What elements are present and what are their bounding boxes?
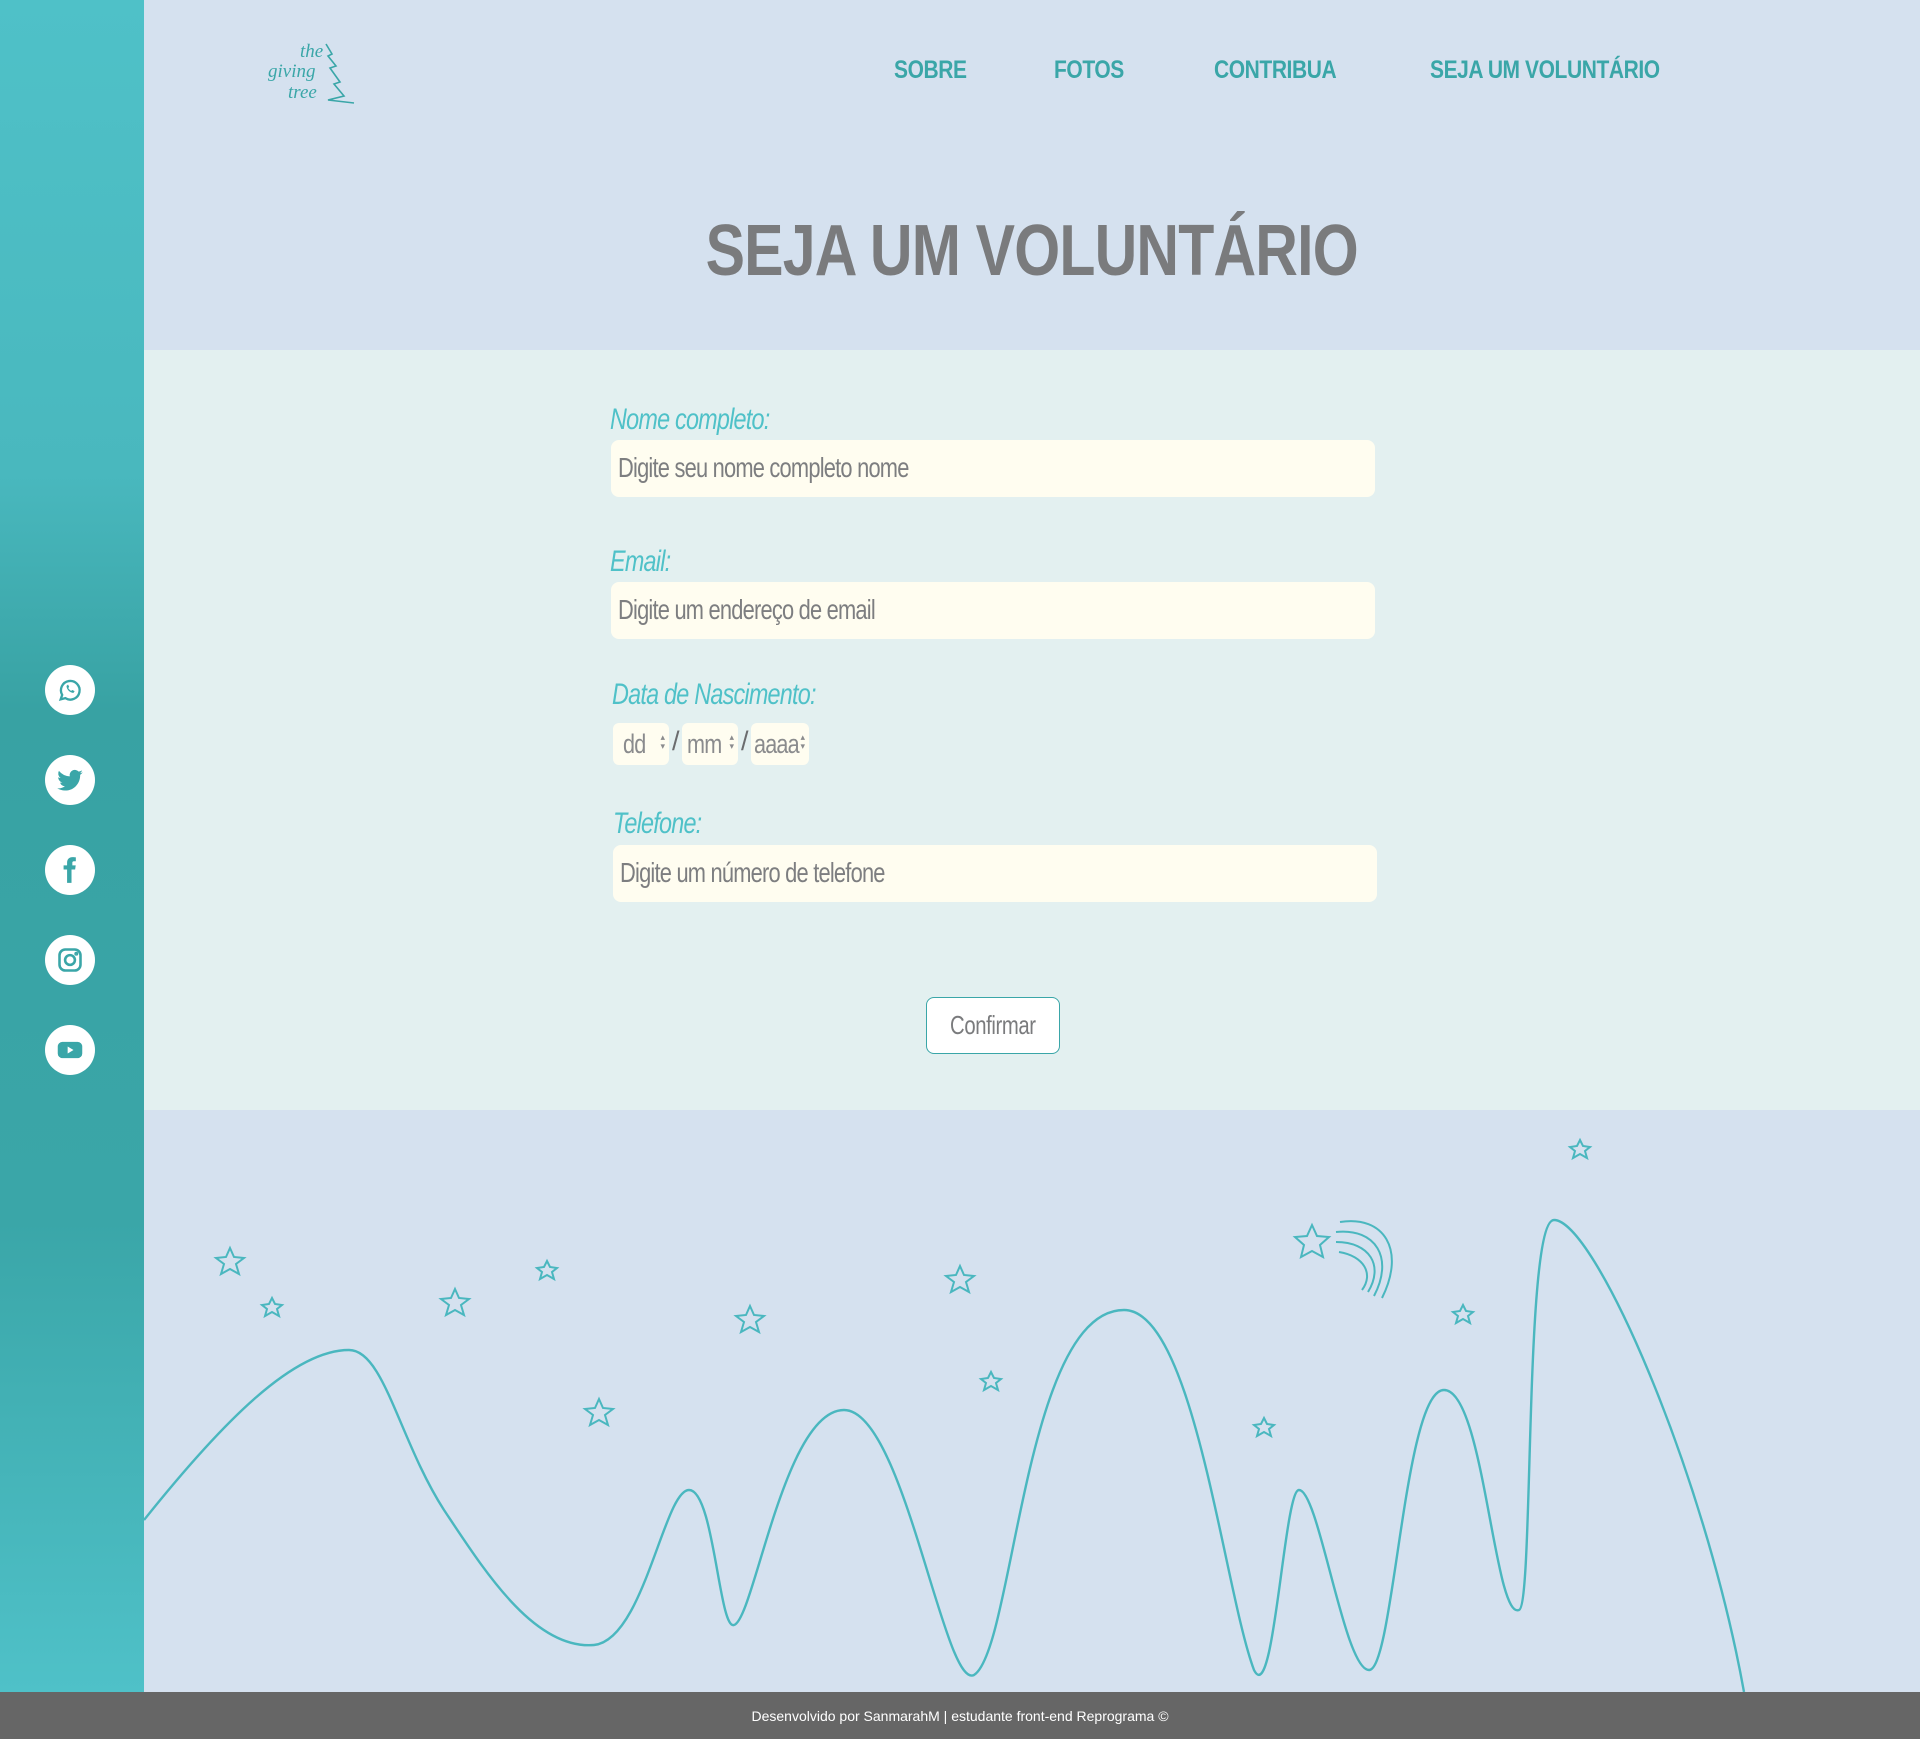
whatsapp-icon[interactable] (45, 665, 95, 715)
footer: Desenvolvido por SanmarahM | estudante f… (0, 1692, 1920, 1739)
header: the giving tree SOBRE FOTOS CONTRIBUA SE… (144, 0, 1920, 350)
birth-year-placeholder: aaaa (754, 729, 800, 759)
logo-text-giving: giving (268, 61, 316, 82)
month-spinner-icon[interactable]: ▴ ▾ (729, 733, 734, 751)
twitter-icon[interactable] (45, 755, 95, 805)
email-field[interactable]: Digite um endereço de email (611, 582, 1375, 639)
day-spinner-icon[interactable]: ▴ ▾ (660, 733, 665, 751)
tree-icon (325, 43, 355, 104)
birth-date-label: Data de Nascimento: (612, 678, 816, 711)
phone-placeholder: Digite um número de telefone (620, 857, 885, 888)
decorative-mountains (144, 1137, 1746, 1692)
birth-day-field[interactable]: dd ▴ ▾ (613, 723, 669, 765)
nav-contribua[interactable]: CONTRIBUA (1214, 56, 1337, 85)
name-field[interactable]: Digite seu nome completo nome (611, 440, 1375, 497)
page-title: SEJA UM VOLUNTÁRIO (705, 211, 1359, 291)
phone-field[interactable]: Digite um número de telefone (613, 845, 1377, 902)
shooting-star-icon (1292, 1220, 1393, 1299)
social-sidebar (0, 0, 144, 1692)
name-placeholder: Digite seu nome completo nome (618, 452, 909, 483)
nav-seja-um-voluntario[interactable]: SEJA UM VOLUNTÁRIO (1430, 56, 1660, 85)
birth-day-placeholder: dd (623, 729, 646, 759)
stars-icon (213, 1137, 1593, 1439)
confirm-button[interactable]: Confirmar (926, 997, 1060, 1054)
logo-text-tree: tree (288, 82, 317, 103)
logo-text-the: the (300, 41, 324, 62)
nav-sobre[interactable]: SOBRE (894, 56, 967, 85)
instagram-icon[interactable] (45, 935, 95, 985)
email-placeholder: Digite um endereço de email (618, 594, 876, 625)
facebook-icon[interactable] (45, 845, 95, 895)
footer-credits: Desenvolvido por SanmarahM | estudante f… (751, 1707, 1169, 1724)
volunteer-form: Nome completo: Digite seu nome completo … (144, 350, 1920, 1110)
youtube-icon[interactable] (45, 1025, 95, 1075)
birth-year-field[interactable]: aaaa ▴ ▾ (751, 723, 809, 765)
birth-month-placeholder: mm (687, 729, 722, 759)
date-separator: / (741, 726, 749, 756)
email-label: Email: (610, 545, 671, 578)
name-label: Nome completo: (610, 403, 770, 436)
nav-fotos[interactable]: FOTOS (1054, 56, 1124, 85)
year-spinner-icon[interactable]: ▴ ▾ (800, 733, 805, 751)
date-separator: / (672, 726, 680, 756)
birth-month-field[interactable]: mm ▴ ▾ (682, 723, 738, 765)
logo[interactable]: the giving tree (268, 38, 368, 108)
phone-label: Telefone: (613, 807, 702, 840)
